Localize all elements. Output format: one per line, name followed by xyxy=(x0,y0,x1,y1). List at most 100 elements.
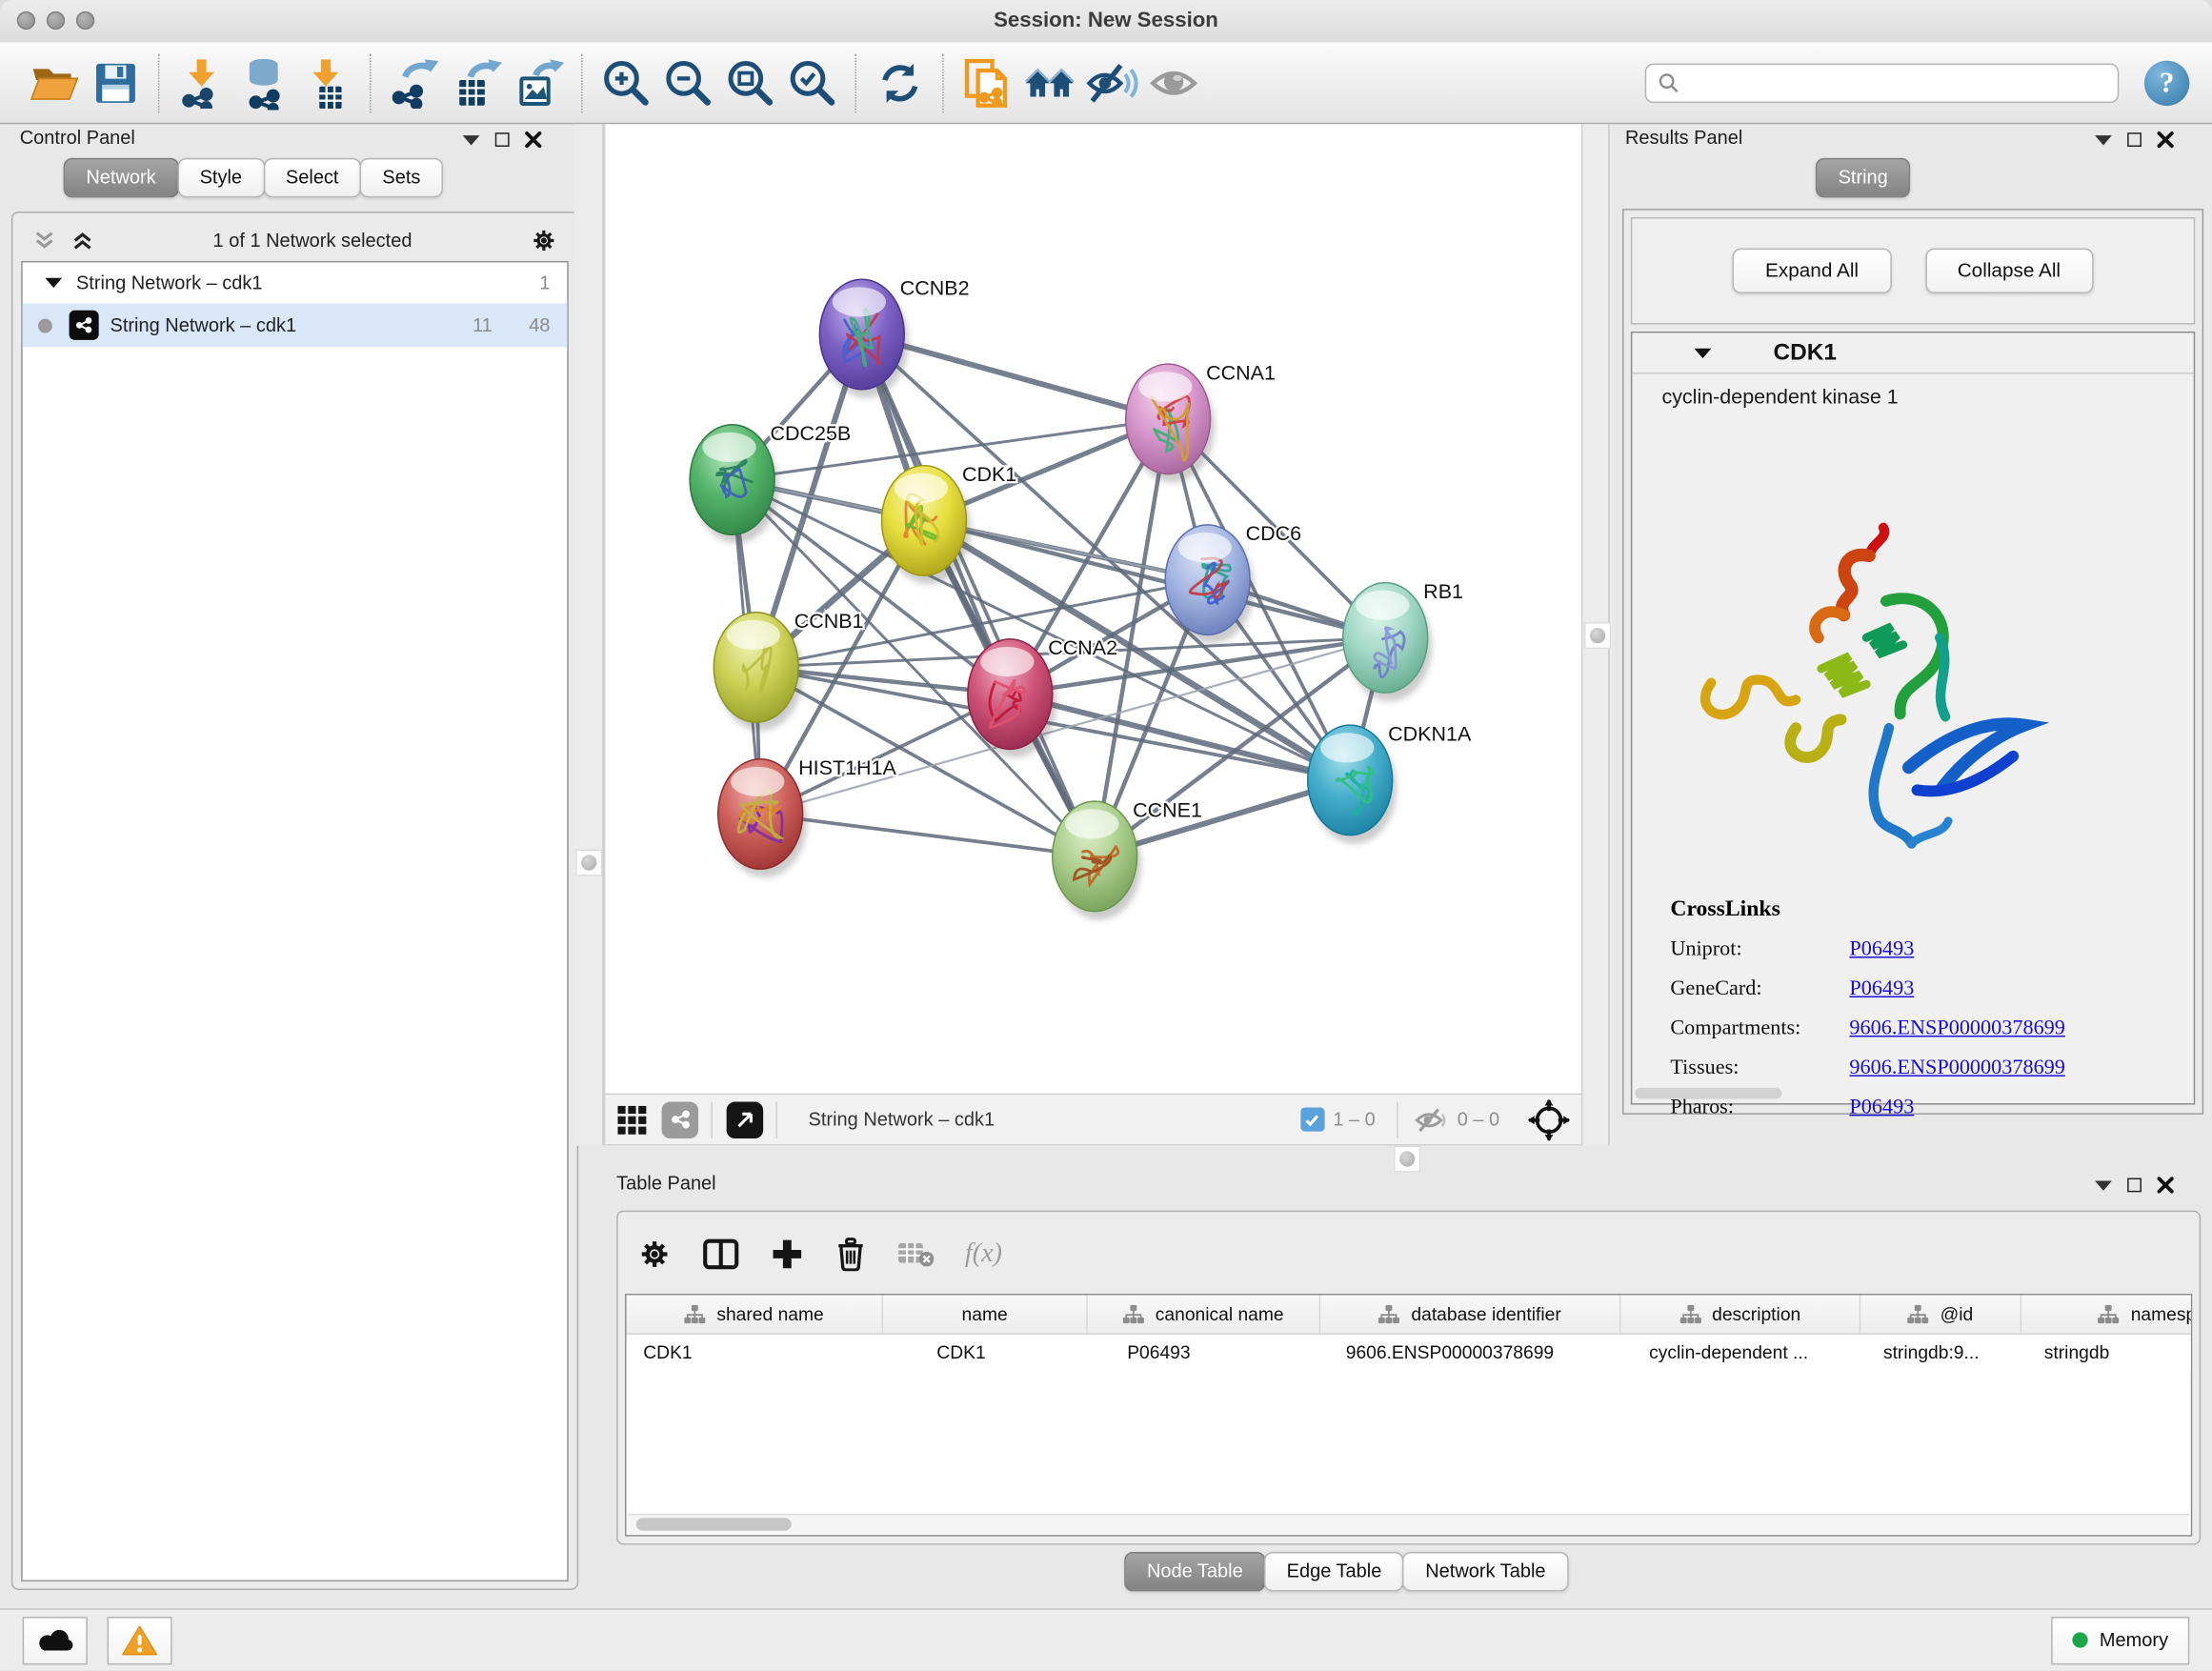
tab-node-table[interactable]: Node Table xyxy=(1124,1552,1265,1591)
network-collection-row[interactable]: String Network – cdk1 1 xyxy=(23,262,568,303)
grid-view-icon[interactable] xyxy=(616,1104,648,1136)
add-column-icon[interactable] xyxy=(771,1238,805,1272)
tab-network-table[interactable]: Network Table xyxy=(1403,1552,1569,1591)
zoom-selected-button[interactable] xyxy=(781,51,843,113)
first-neighbors-button[interactable] xyxy=(1018,51,1080,113)
duplicate-network-button[interactable] xyxy=(956,51,1018,113)
close-panel-icon[interactable] xyxy=(525,131,542,149)
collapse-panel-icon[interactable] xyxy=(463,134,480,144)
node-gloss-highlight xyxy=(1178,533,1232,562)
node-table[interactable]: shared name name canonical name database… xyxy=(625,1294,2192,1537)
expand-all-button[interactable]: Expand All xyxy=(1733,249,1891,293)
crosslink-pharos-link[interactable]: P06493 xyxy=(1849,1097,1914,1120)
column-header[interactable]: shared name xyxy=(627,1295,884,1333)
collapse-panel-icon[interactable] xyxy=(2095,1180,2112,1190)
search-field[interactable] xyxy=(1645,63,2120,102)
birdseye-crosshair-icon[interactable] xyxy=(1528,1098,1570,1140)
zoom-fit-button[interactable] xyxy=(719,51,781,113)
right-splitter-handle[interactable] xyxy=(1584,622,1611,649)
column-header[interactable]: database identifier xyxy=(1320,1295,1620,1333)
cell-namespace[interactable]: stringdb xyxy=(2021,1335,2192,1373)
table-row[interactable]: CDK1 CDK1 P06493 9606.ENSP00000378699 cy… xyxy=(627,1335,2193,1373)
import-table-from-file-button[interactable] xyxy=(296,51,358,113)
cell-description[interactable]: cyclin-dependent ... xyxy=(1621,1335,1861,1373)
collapse-panel-icon[interactable] xyxy=(2095,134,2112,144)
right-splitter[interactable] xyxy=(1583,124,1613,1145)
tab-network[interactable]: Network xyxy=(64,158,179,197)
protein-header-row[interactable]: CDK1 xyxy=(1632,332,2193,373)
left-splitter-handle[interactable] xyxy=(575,849,602,876)
column-header[interactable]: canonical name xyxy=(1088,1295,1320,1333)
toolbar-separator xyxy=(581,53,584,112)
import-network-from-database-button[interactable] xyxy=(234,51,296,113)
table-panel: f(x) shared name name canonical name dat… xyxy=(616,1211,2201,1545)
network-options-gear-icon[interactable] xyxy=(531,227,557,253)
cell-name[interactable]: CDK1 xyxy=(883,1335,1088,1373)
close-panel-icon[interactable] xyxy=(2157,1177,2174,1194)
node-label-CCNA2: CCNA2 xyxy=(1048,636,1117,659)
refresh-view-button[interactable] xyxy=(869,51,931,113)
export-network-icon xyxy=(390,57,440,108)
scrollbar-thumb[interactable] xyxy=(636,1518,792,1530)
horizontal-splitter[interactable] xyxy=(604,1145,2212,1168)
float-panel-icon[interactable] xyxy=(495,132,510,147)
save-session-button[interactable] xyxy=(85,51,147,113)
show-columns-icon[interactable] xyxy=(702,1238,739,1272)
zoom-out-button[interactable] xyxy=(657,51,719,113)
collapse-all-button[interactable]: Collapse All xyxy=(1925,249,2093,293)
float-panel-icon[interactable] xyxy=(2127,1178,2142,1193)
warnings-button[interactable] xyxy=(108,1616,172,1663)
selected-checkbox-icon[interactable] xyxy=(1300,1107,1324,1131)
zoom-in-button[interactable] xyxy=(595,51,657,113)
search-input[interactable] xyxy=(1680,70,2106,94)
detach-view-icon[interactable] xyxy=(727,1101,764,1138)
network-row-selected[interactable]: String Network – cdk1 11 48 xyxy=(23,303,568,347)
collection-expander-icon[interactable] xyxy=(45,278,62,288)
expand-all-networks-icon[interactable] xyxy=(70,228,94,252)
column-header[interactable]: name xyxy=(883,1295,1088,1333)
left-splitter[interactable] xyxy=(574,124,604,1145)
tab-style[interactable]: Style xyxy=(177,158,265,197)
column-header[interactable]: namespace xyxy=(2021,1295,2192,1333)
cell-canonical-name[interactable]: P06493 xyxy=(1088,1335,1320,1373)
cell-shared-name[interactable]: CDK1 xyxy=(627,1335,884,1373)
delete-column-icon[interactable] xyxy=(835,1238,867,1272)
crosslink-compartments-link[interactable]: 9606.ENSP00000378699 xyxy=(1849,1017,2064,1041)
horizontal-splitter-handle[interactable] xyxy=(1394,1145,1420,1172)
network-graph[interactable]: CCNB2CCNA1CDC25BCDK1CDC6RB1CCNB1CCNA2CDK… xyxy=(605,124,1584,1093)
tab-string[interactable]: String xyxy=(1816,158,1911,197)
node-gloss-highlight xyxy=(895,473,948,503)
float-panel-icon[interactable] xyxy=(2127,132,2142,147)
cell-database-identifier[interactable]: 9606.ENSP00000378699 xyxy=(1320,1335,1620,1373)
export-image-button[interactable] xyxy=(508,51,570,113)
tab-edge-table[interactable]: Edge Table xyxy=(1264,1552,1404,1591)
show-all-button[interactable] xyxy=(1143,51,1205,113)
export-network-button[interactable] xyxy=(384,51,446,113)
tab-sets[interactable]: Sets xyxy=(360,158,443,197)
hide-selected-button[interactable] xyxy=(1080,51,1142,113)
crosslink-genecard-link[interactable]: P06493 xyxy=(1849,977,1914,1001)
node-gloss-highlight xyxy=(702,433,755,462)
tab-select[interactable]: Select xyxy=(263,158,361,197)
column-header[interactable]: description xyxy=(1621,1295,1861,1333)
network-edge[interactable] xyxy=(760,814,1095,856)
cloud-status-button[interactable] xyxy=(23,1616,88,1663)
collapse-section-icon[interactable] xyxy=(1695,348,1712,357)
column-header[interactable]: @id xyxy=(1860,1295,2021,1333)
help-button[interactable]: ? xyxy=(2144,60,2189,105)
cell-id[interactable]: stringdb:9... xyxy=(1860,1335,2021,1373)
export-table-button[interactable] xyxy=(446,51,508,113)
collapse-all-networks-icon[interactable] xyxy=(32,228,56,252)
memory-button[interactable]: Memory xyxy=(2052,1616,2190,1663)
network-edge[interactable] xyxy=(862,334,1095,856)
results-horizontal-scrollbar[interactable] xyxy=(1635,1088,1781,1099)
import-network-from-file-button[interactable] xyxy=(172,51,234,113)
network-canvas[interactable]: CCNB2CCNA1CDC25BCDK1CDC6RB1CCNB1CCNA2CDK… xyxy=(604,124,1583,1093)
crosslink-tissues-link[interactable]: 9606.ENSP00000378699 xyxy=(1849,1057,2064,1080)
close-panel-icon[interactable] xyxy=(2157,131,2174,149)
open-session-button[interactable] xyxy=(23,51,85,113)
table-options-gear-icon[interactable] xyxy=(637,1238,672,1272)
crosslink-uniprot-link[interactable]: P06493 xyxy=(1849,938,1914,962)
table-horizontal-scrollbar[interactable] xyxy=(628,1514,2189,1534)
network-badge-icon[interactable] xyxy=(662,1101,699,1138)
